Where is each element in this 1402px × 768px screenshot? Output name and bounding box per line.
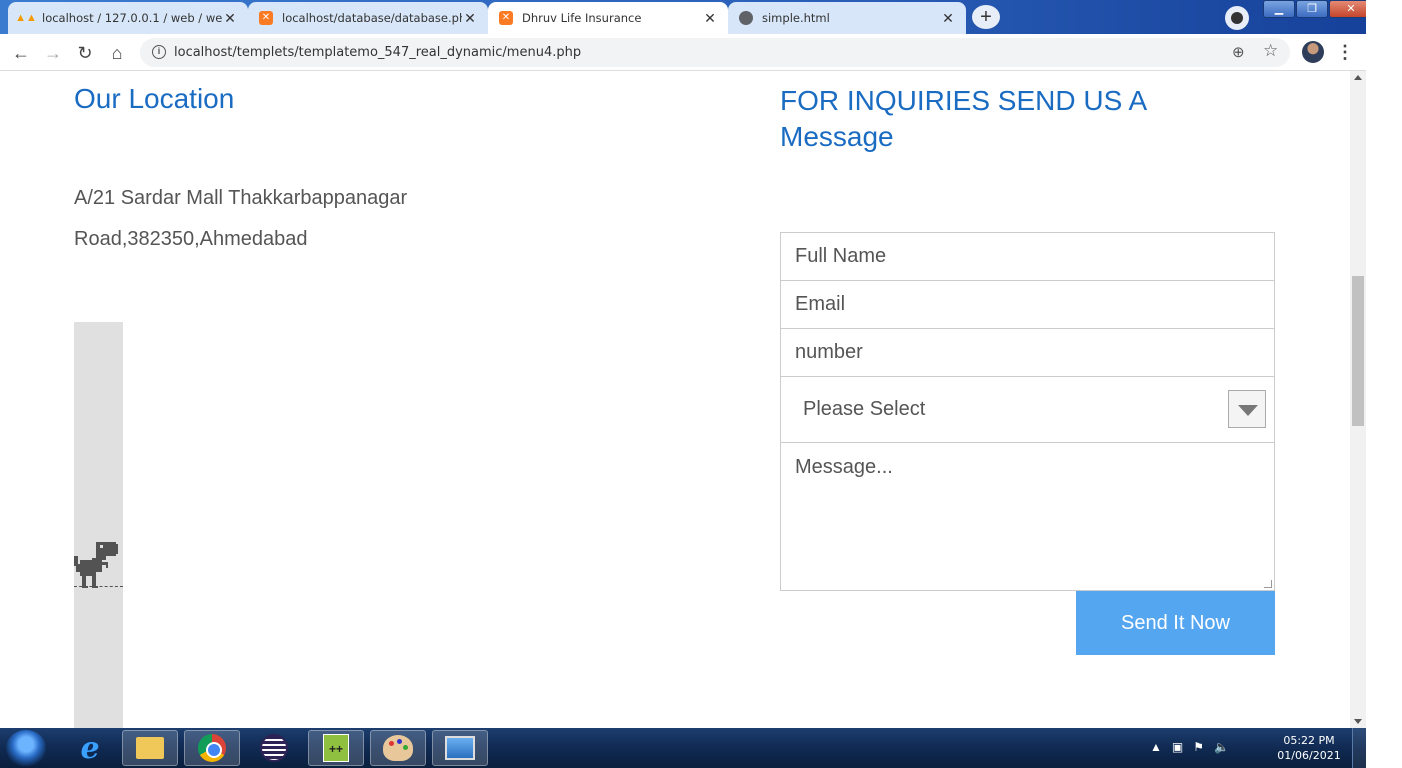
dino-icon [74, 542, 118, 588]
internet-explorer-icon[interactable]: e [62, 730, 118, 766]
paint-icon[interactable] [370, 730, 426, 766]
tab-search-icon[interactable] [1225, 6, 1249, 30]
scroll-down-icon[interactable] [1354, 719, 1362, 724]
vertical-scrollbar[interactable] [1350, 71, 1366, 728]
tab-title: simple.html [762, 11, 830, 25]
address-line-2: Road,382350,Ahmedabad [74, 228, 308, 250]
message-textarea[interactable]: Message... [780, 442, 1275, 591]
page-content: Our Location A/21 Sardar Mall Thakkarbap… [0, 71, 1350, 728]
image-viewer-icon[interactable] [432, 730, 488, 766]
email-field[interactable]: Email [780, 280, 1275, 329]
window-controls: ▁ ❐ ✕ [1262, 0, 1373, 20]
menu-kebab-icon[interactable]: ⋮ [1336, 42, 1354, 63]
tab-title: localhost/database/database.php [282, 11, 462, 25]
browser-toolbar: ← → ↻ ⌂ i localhost/templets/templatemo_… [0, 34, 1366, 71]
minimize-button[interactable]: ▁ [1263, 0, 1295, 18]
maximize-button[interactable]: ❐ [1296, 0, 1328, 18]
address: A/21 Sardar Mall Thakkarbappanagar Road,… [74, 178, 494, 260]
close-icon[interactable]: ✕ [702, 10, 718, 27]
phpmyadmin-icon: ▲▲ [15, 12, 37, 24]
form-title: FOR INQUIRIES SEND US A Message [780, 85, 1146, 152]
browser-titlebar: ▲▲ localhost / 127.0.0.1 / web / web ✕ ✕… [0, 0, 1373, 34]
desktop-edge [1366, 0, 1402, 768]
clock-time: 05:22 PM [1283, 734, 1335, 747]
address-bar[interactable]: i localhost/templets/templatemo_547_real… [140, 38, 1290, 67]
eclipse-icon[interactable] [246, 730, 302, 766]
tab-title: localhost / 127.0.0.1 / web / web [42, 11, 222, 25]
close-icon[interactable]: ✕ [462, 10, 478, 27]
clock[interactable]: 05:22 PM 01/06/2021 [1276, 733, 1342, 763]
windows-taskbar: e ++ ▲ ▣ ⚑ 🔈 05:22 PM 01/06/2021 [0, 728, 1366, 768]
close-icon[interactable]: ✕ [940, 10, 956, 27]
scrollbar-thumb[interactable] [1352, 276, 1364, 426]
notepad-plus-plus-icon[interactable]: ++ [308, 730, 364, 766]
chevron-down-icon[interactable] [1228, 390, 1266, 428]
bookmark-star-icon[interactable]: ☆ [1263, 41, 1278, 61]
send-button[interactable]: Send It Now [1076, 591, 1275, 655]
forward-icon[interactable]: → [40, 40, 66, 66]
back-icon[interactable]: ← [8, 40, 34, 66]
show-hidden-icons-icon[interactable]: ▲ [1150, 740, 1162, 754]
profile-avatar[interactable] [1302, 41, 1324, 63]
xampp-icon: ✕ [498, 10, 514, 26]
clock-date: 01/06/2021 [1277, 749, 1341, 762]
network-icon[interactable]: ▣ [1172, 740, 1183, 754]
flag-icon[interactable]: ⚑ [1193, 740, 1204, 754]
globe-icon [738, 10, 754, 26]
new-tab-button[interactable]: + [972, 5, 1000, 29]
start-button[interactable] [6, 730, 46, 766]
chrome-icon[interactable] [184, 730, 240, 766]
number-placeholder: number [795, 341, 863, 363]
number-field[interactable]: number [780, 328, 1275, 377]
reload-icon[interactable]: ↻ [72, 40, 98, 66]
xampp-icon: ✕ [258, 10, 274, 26]
tab-simple-html[interactable]: simple.html ✕ [728, 2, 966, 34]
system-tray: ▲ ▣ ⚑ 🔈 [1150, 740, 1229, 754]
tab-phpmyadmin[interactable]: ▲▲ localhost / 127.0.0.1 / web / web ✕ [8, 2, 248, 34]
plan-select[interactable]: Please Select [780, 376, 1275, 443]
tab-dhruv-life-insurance[interactable]: ✕ Dhruv Life Insurance ✕ [488, 2, 728, 34]
show-desktop-button[interactable] [1352, 728, 1366, 768]
info-icon[interactable]: i [152, 45, 166, 59]
file-explorer-icon[interactable] [122, 730, 178, 766]
select-value: Please Select [803, 398, 926, 420]
location-title: Our Location [74, 83, 235, 114]
address-line-1: A/21 Sardar Mall Thakkarbappanagar [74, 187, 408, 209]
full-name-placeholder: Full Name [795, 245, 887, 267]
tab-database[interactable]: ✕ localhost/database/database.php ✕ [248, 2, 488, 34]
scroll-up-icon[interactable] [1354, 75, 1362, 80]
ground-line [74, 586, 123, 588]
message-placeholder: Message... [795, 456, 893, 478]
full-name-field[interactable]: Full Name [780, 232, 1275, 281]
home-icon[interactable]: ⌂ [104, 40, 130, 66]
close-icon[interactable]: ✕ [222, 10, 238, 27]
resize-handle-icon[interactable] [1264, 580, 1272, 588]
email-placeholder: Email [795, 293, 846, 315]
map-embed-offline [74, 322, 123, 728]
zoom-icon[interactable]: ⊕ [1232, 43, 1245, 61]
volume-icon[interactable]: 🔈 [1214, 740, 1229, 754]
url-text: localhost/templets/templatemo_547_real_d… [174, 45, 582, 60]
tab-title: Dhruv Life Insurance [522, 11, 642, 25]
